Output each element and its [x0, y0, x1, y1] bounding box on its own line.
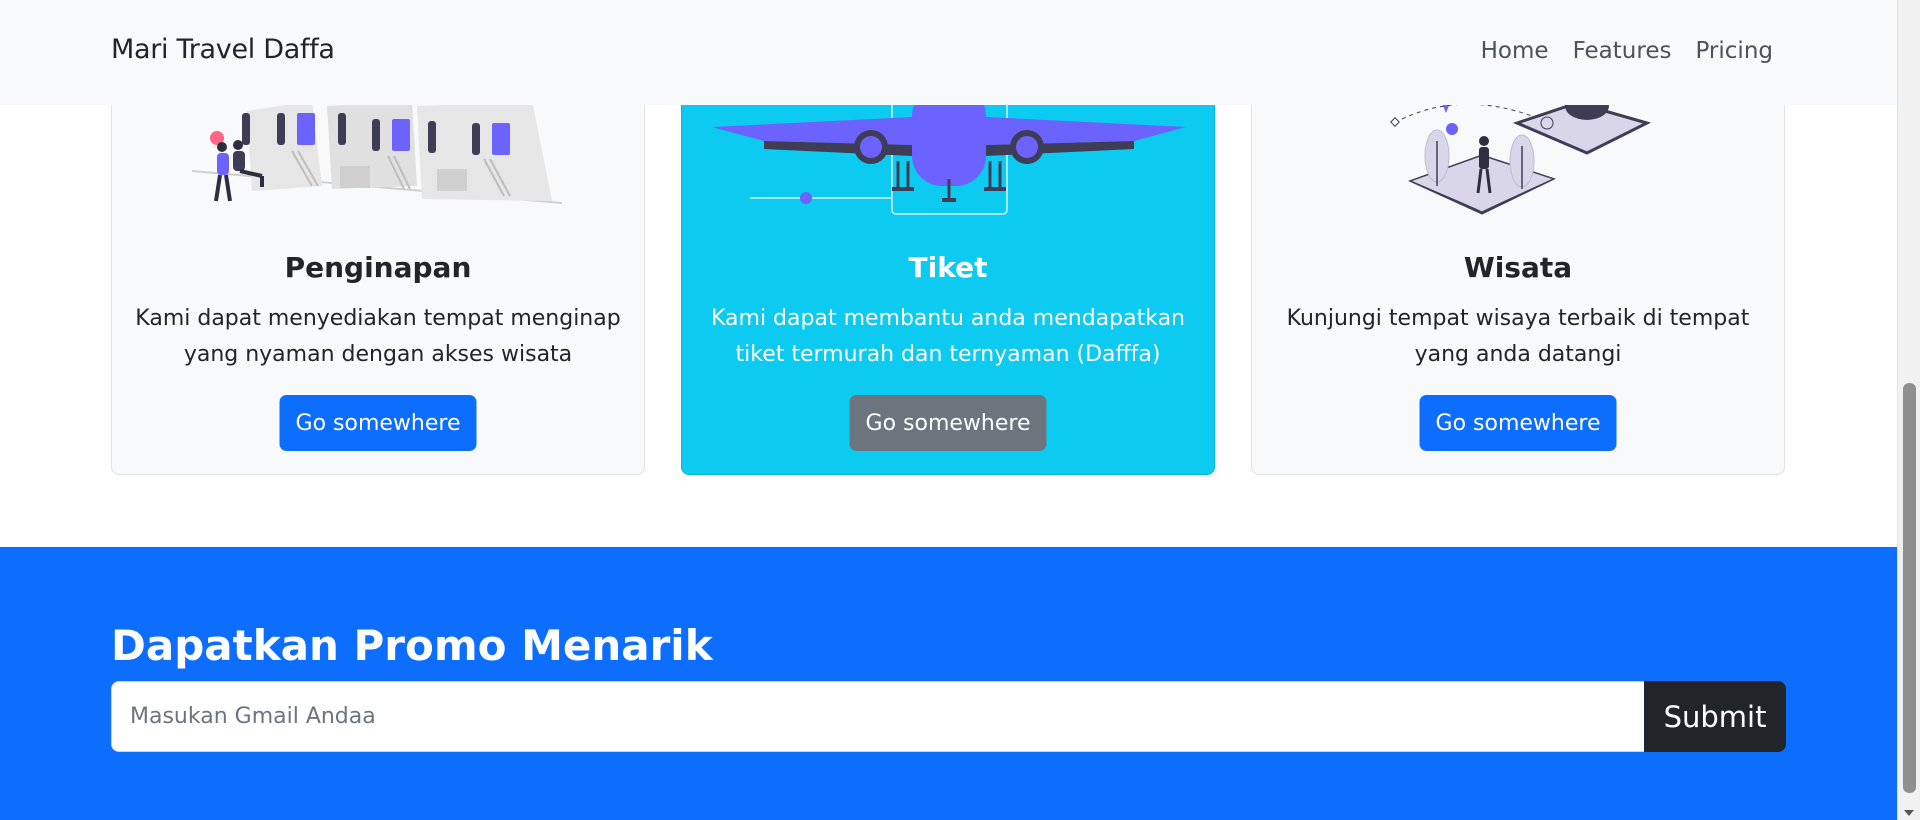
go-somewhere-button[interactable]: Go somewhere: [1419, 395, 1617, 451]
card-text: Kami dapat menyediakan tempat menginap y…: [135, 306, 621, 367]
email-input[interactable]: [111, 681, 1644, 752]
card-title: Wisata: [1463, 251, 1573, 284]
card-penginapan: Penginapan Kami dapat menyediakan tempat…: [111, 60, 645, 475]
card-tiket: Tiket Kami dapat membantu anda mendapatk…: [681, 60, 1215, 475]
go-somewhere-button[interactable]: Go somewhere: [849, 395, 1047, 451]
nav-link-features[interactable]: Features: [1573, 38, 1672, 64]
scroll-down-arrow-icon[interactable]: [1904, 810, 1914, 816]
promo-title: Dapatkan Promo Menarik: [111, 621, 713, 670]
go-somewhere-button[interactable]: Go somewhere: [279, 395, 477, 451]
card-wisata: Wisata Kunjungi tempat wisaya terbaik di…: [1251, 60, 1785, 475]
scrollbar-thumb[interactable]: [1903, 383, 1916, 793]
card-title: Penginapan: [284, 251, 472, 284]
promo-section: Dapatkan Promo Menarik Submit: [0, 547, 1897, 820]
card-text: Kunjungi tempat wisaya terbaik di tempat…: [1286, 306, 1750, 367]
page-scrollbar[interactable]: [1897, 0, 1920, 820]
brand-link[interactable]: Mari Travel Daffa: [111, 34, 335, 65]
nav-link-home[interactable]: Home: [1481, 38, 1549, 64]
card-text: Kami dapat membantu anda mendapatkan tik…: [711, 306, 1185, 367]
nav-link-pricing[interactable]: Pricing: [1695, 38, 1773, 64]
subscribe-form: Submit: [111, 681, 1786, 752]
card-title: Tiket: [908, 251, 988, 284]
submit-button[interactable]: Submit: [1644, 681, 1786, 752]
nav-links: Home Features Pricing: [1481, 38, 1773, 64]
navbar: Mari Travel Daffa Home Features Pricing: [0, 0, 1897, 105]
